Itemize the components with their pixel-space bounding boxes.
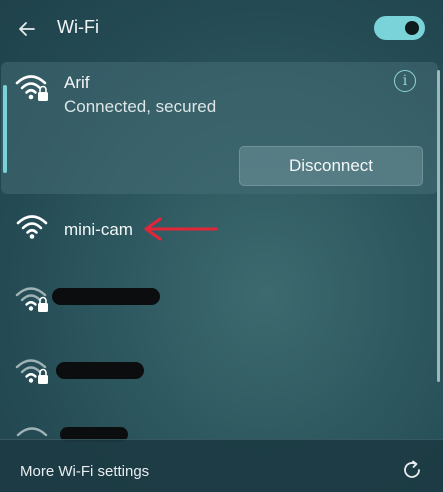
- disconnect-button[interactable]: Disconnect: [239, 146, 423, 186]
- refresh-button[interactable]: [400, 458, 424, 482]
- more-wifi-settings-link[interactable]: More Wi-Fi settings: [20, 463, 149, 480]
- wifi-icon: [16, 427, 48, 437]
- connected-network-status: Connected, secured: [64, 97, 217, 116]
- back-button[interactable]: [14, 16, 40, 42]
- selection-indicator: [3, 85, 7, 173]
- info-icon: i: [402, 73, 408, 89]
- annotation-arrow-icon: [144, 217, 218, 241]
- wifi-secured-icon: [15, 287, 48, 312]
- header: Wi-Fi: [0, 0, 443, 58]
- back-arrow-icon: [19, 22, 35, 36]
- redacted-network-name: [56, 362, 144, 379]
- network-name: mini-cam: [64, 220, 133, 239]
- wifi-secured-icon: [15, 75, 48, 101]
- connected-network-name: Arif: [64, 73, 90, 92]
- redacted-network-name: [52, 288, 160, 305]
- wifi-toggle[interactable]: [374, 16, 425, 40]
- scrollbar-thumb[interactable]: [437, 70, 440, 382]
- wifi-secured-icon: [15, 359, 48, 384]
- toggle-knob: [405, 21, 419, 35]
- refresh-icon: [404, 460, 420, 478]
- page-title: Wi-Fi: [57, 17, 99, 37]
- info-button[interactable]: i: [394, 70, 416, 92]
- footer: More Wi-Fi settings: [0, 439, 443, 492]
- wifi-full-icon: [16, 215, 48, 239]
